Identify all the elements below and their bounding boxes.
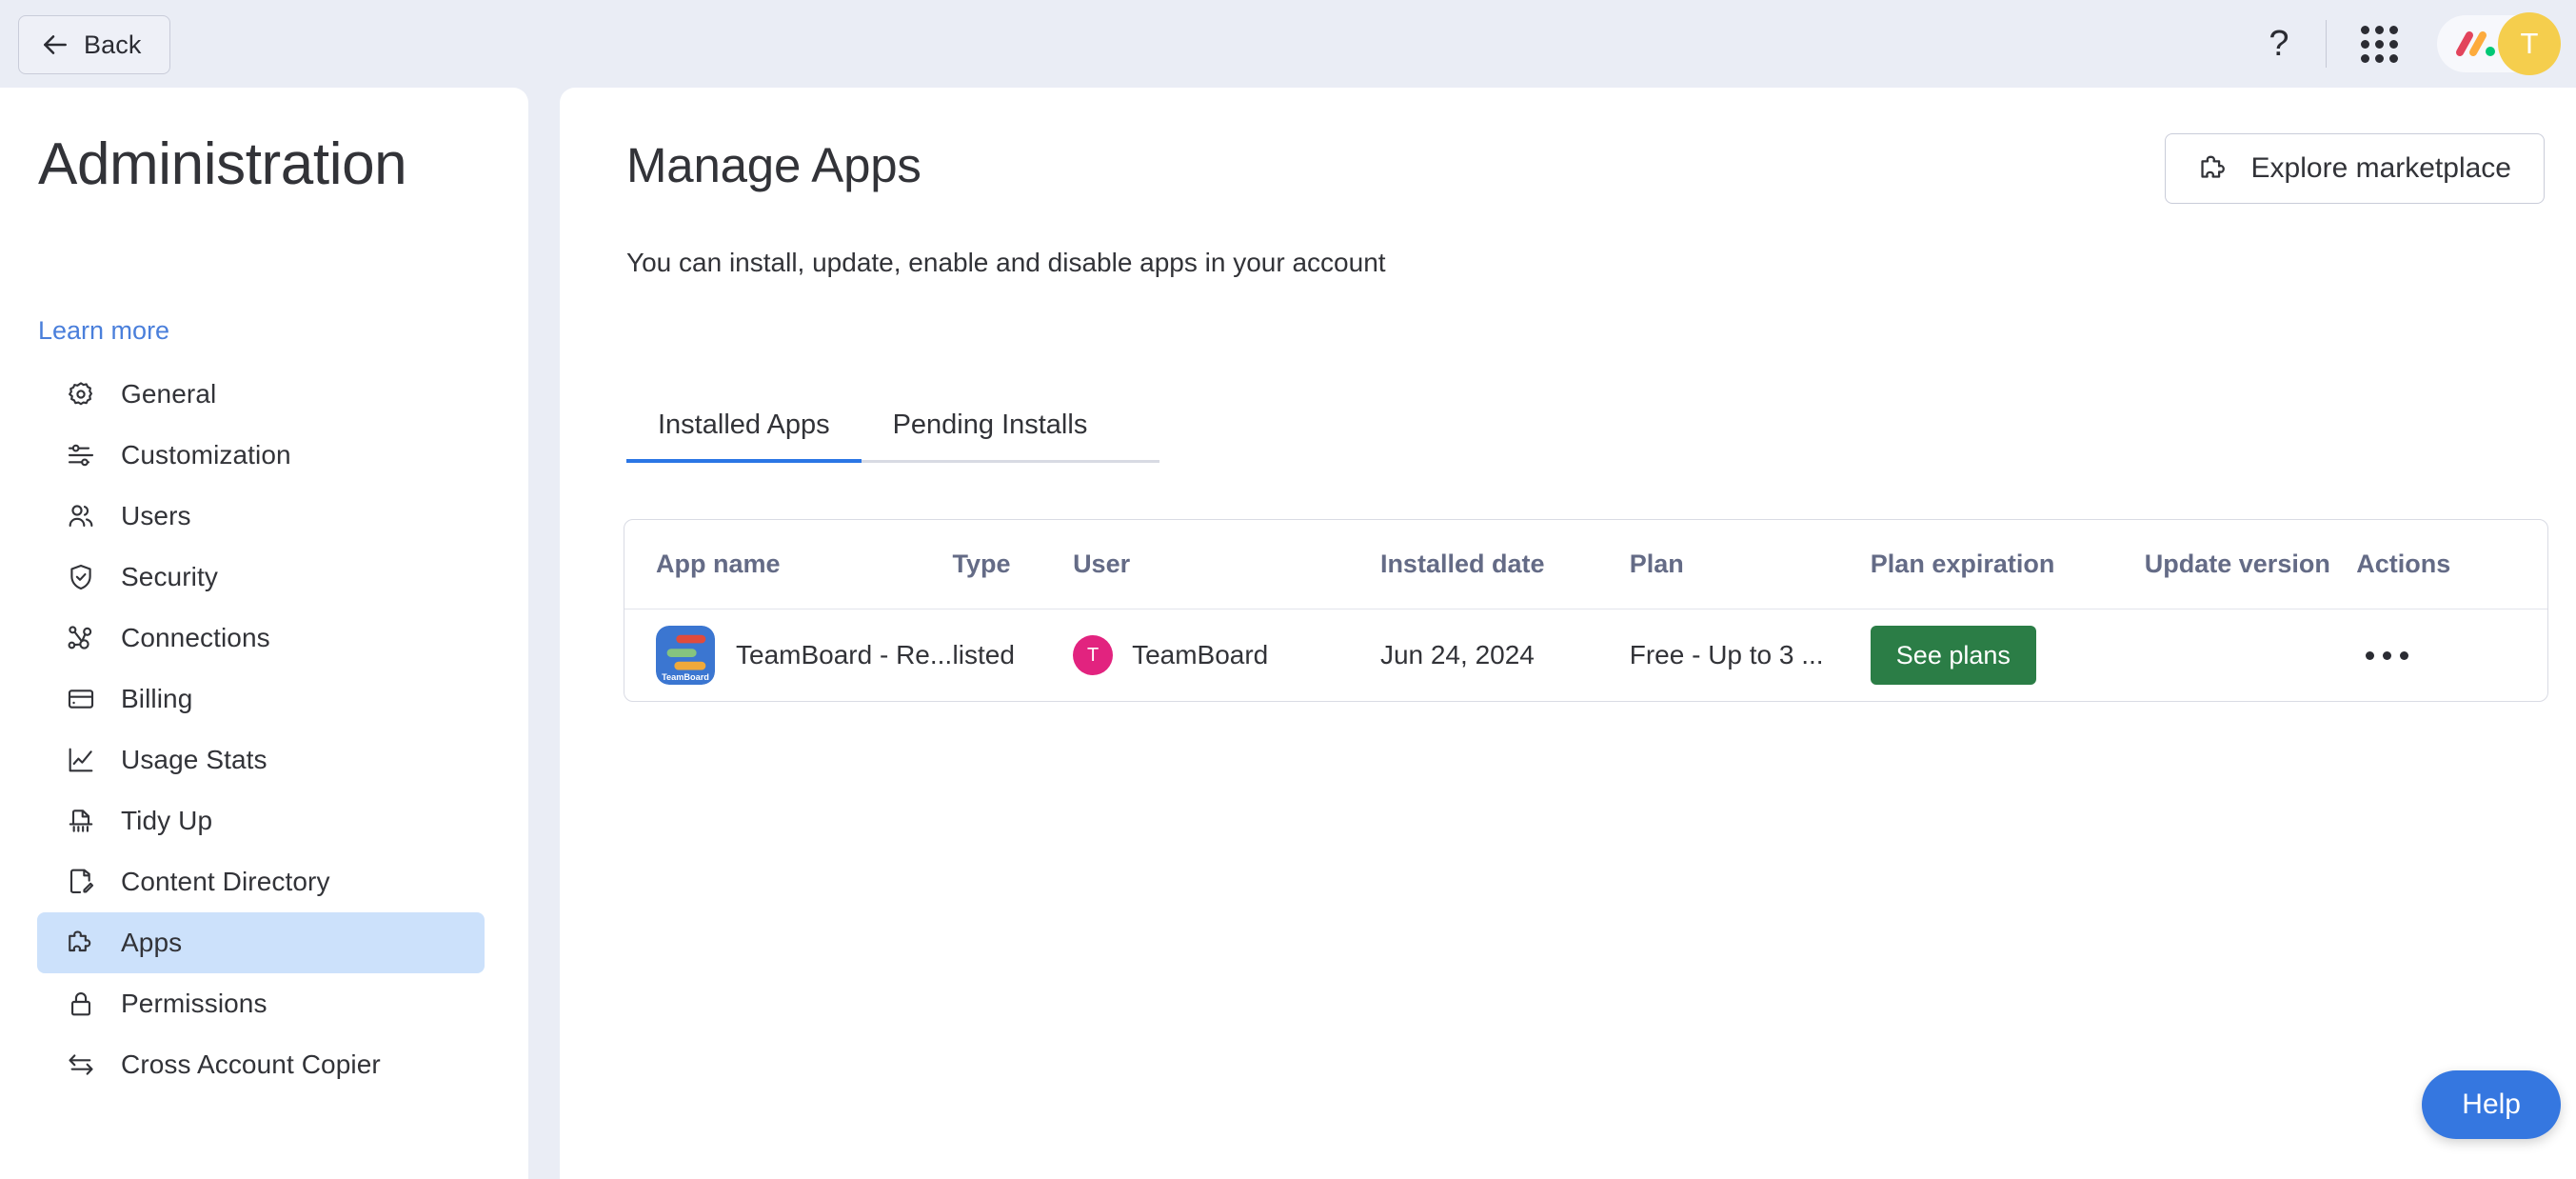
sidebar-item-label: Customization (121, 440, 291, 470)
sidebar-item-security[interactable]: Security (37, 547, 485, 608)
page-title: Manage Apps (626, 138, 921, 192)
cell-plan: Free - Up to 3 ... (1630, 640, 1871, 670)
installed-apps-table: App name Type User Installed date Plan P… (624, 519, 2548, 702)
sidebar-item-tidy-up[interactable]: Tidy Up (37, 790, 485, 851)
explore-marketplace-label: Explore marketplace (2250, 152, 2511, 184)
sidebar-item-permissions[interactable]: Permissions (37, 973, 485, 1034)
sidebar-item-label: Tidy Up (121, 806, 213, 835)
cell-type: listed (952, 640, 1015, 669)
tab-bar: Installed Apps Pending Installs (626, 390, 1159, 463)
monday-logo (2456, 31, 2495, 56)
column-header-app-name: App name (656, 550, 781, 578)
panel-gap (528, 88, 560, 1179)
sidebar-item-usage-stats[interactable]: Usage Stats (37, 729, 485, 790)
tab-installed-apps[interactable]: Installed Apps (626, 390, 862, 463)
sidebar-item-label: Billing (121, 684, 193, 713)
sidebar-item-label: Security (121, 562, 218, 591)
connections-icon (68, 626, 92, 649)
cell-actions (2356, 650, 2547, 660)
apps-grid-icon[interactable] (2353, 18, 2405, 70)
table-header-row: App name Type User Installed date Plan P… (624, 520, 2547, 609)
admin-sidebar: Administration Learn more General Custom… (0, 88, 528, 1179)
chart-line-icon (69, 748, 93, 772)
column-header-plan: Plan (1629, 550, 1684, 578)
sidebar-item-label: Cross Account Copier (121, 1049, 381, 1079)
sidebar-item-label: Permissions (121, 989, 268, 1018)
account-chip[interactable]: T (2437, 12, 2561, 75)
users-icon (69, 505, 93, 528)
svg-text:TeamBoard: TeamBoard (662, 672, 709, 682)
user-avatar[interactable]: T (2498, 12, 2561, 75)
app-name-text: TeamBoard - Re... (736, 640, 953, 669)
user-name-text: TeamBoard (1132, 640, 1269, 669)
top-bar-actions: ? T (2249, 0, 2561, 88)
sliders-icon (68, 444, 94, 467)
cell-plan-expiration: See plans (1870, 626, 2145, 685)
page-subtitle: You can install, update, enable and disa… (626, 248, 1386, 277)
column-header-plan-expiration: Plan expiration (1870, 550, 2055, 578)
plan-text: Free - Up to 3 ... (1629, 640, 1824, 669)
cell-user: T TeamBoard (1073, 635, 1380, 675)
lock-icon (71, 992, 90, 1016)
sidebar-item-connections[interactable]: Connections (37, 608, 485, 669)
back-button[interactable]: Back (18, 15, 170, 74)
table-row[interactable]: TeamBoard TeamBoard - Re... listed T Tea… (624, 609, 2547, 701)
question-mark-icon[interactable]: ? (2249, 14, 2308, 73)
sidebar-item-general[interactable]: General (37, 364, 485, 425)
column-header-type: Type (952, 550, 1011, 578)
sidebar-item-apps[interactable]: Apps (37, 912, 485, 973)
shield-check-icon (70, 564, 91, 590)
see-plans-button[interactable]: See plans (1870, 626, 2036, 685)
tab-label: Pending Installs (892, 410, 1088, 440)
sidebar-item-content-directory[interactable]: Content Directory (37, 851, 485, 912)
explore-marketplace-button[interactable]: Explore marketplace (2164, 133, 2545, 204)
kebab-menu-icon[interactable] (2356, 650, 2409, 660)
column-header-update-version: Update version (2144, 550, 2330, 578)
sidebar-item-label: General (121, 379, 217, 409)
sidebar-item-cross-account-copier[interactable]: Cross Account Copier (37, 1034, 485, 1095)
help-button[interactable]: Help (2422, 1070, 2561, 1139)
sidebar-item-label: Users (121, 501, 191, 530)
column-header-installed-date: Installed date (1379, 550, 1545, 578)
learn-more-link[interactable]: Learn more (38, 316, 169, 346)
top-bar: Back ? T (0, 0, 2576, 88)
toolbar-divider (2326, 20, 2327, 68)
sidebar-item-label: Connections (121, 623, 270, 652)
cell-app-name: TeamBoard TeamBoard - Re... (624, 626, 953, 685)
sidebar-item-label: Content Directory (121, 867, 330, 896)
transfer-arrows-icon (69, 1054, 93, 1075)
shredder-icon (69, 809, 93, 832)
sidebar-item-label: Usage Stats (121, 745, 268, 774)
sidebar-item-label: Apps (121, 928, 183, 957)
arrow-left-icon (44, 35, 67, 54)
gear-icon (69, 382, 92, 406)
puzzle-piece-icon (69, 930, 91, 952)
sidebar-item-billing[interactable]: Billing (37, 669, 485, 729)
column-header-actions: Actions (2356, 550, 2451, 578)
teamboard-app-icon: TeamBoard (656, 626, 715, 685)
puzzle-piece-icon (2200, 155, 2225, 178)
sidebar-item-users[interactable]: Users (37, 486, 485, 547)
sidebar-item-customization[interactable]: Customization (37, 425, 485, 486)
page-title-administration: Administration (38, 131, 407, 197)
document-edit-icon (69, 869, 94, 893)
credit-card-icon (68, 689, 94, 709)
tab-label: Installed Apps (658, 410, 830, 440)
tab-pending-installs[interactable]: Pending Installs (862, 390, 1120, 460)
user-avatar: T (1073, 635, 1114, 675)
column-header-user: User (1073, 550, 1131, 578)
cell-installed-date: Jun 24, 2024 (1379, 640, 1535, 669)
manage-apps-panel: Manage Apps You can install, update, ena… (560, 88, 2576, 1179)
sidebar-nav: General Customization Users Security Con… (37, 364, 485, 1095)
back-button-label: Back (84, 30, 142, 59)
